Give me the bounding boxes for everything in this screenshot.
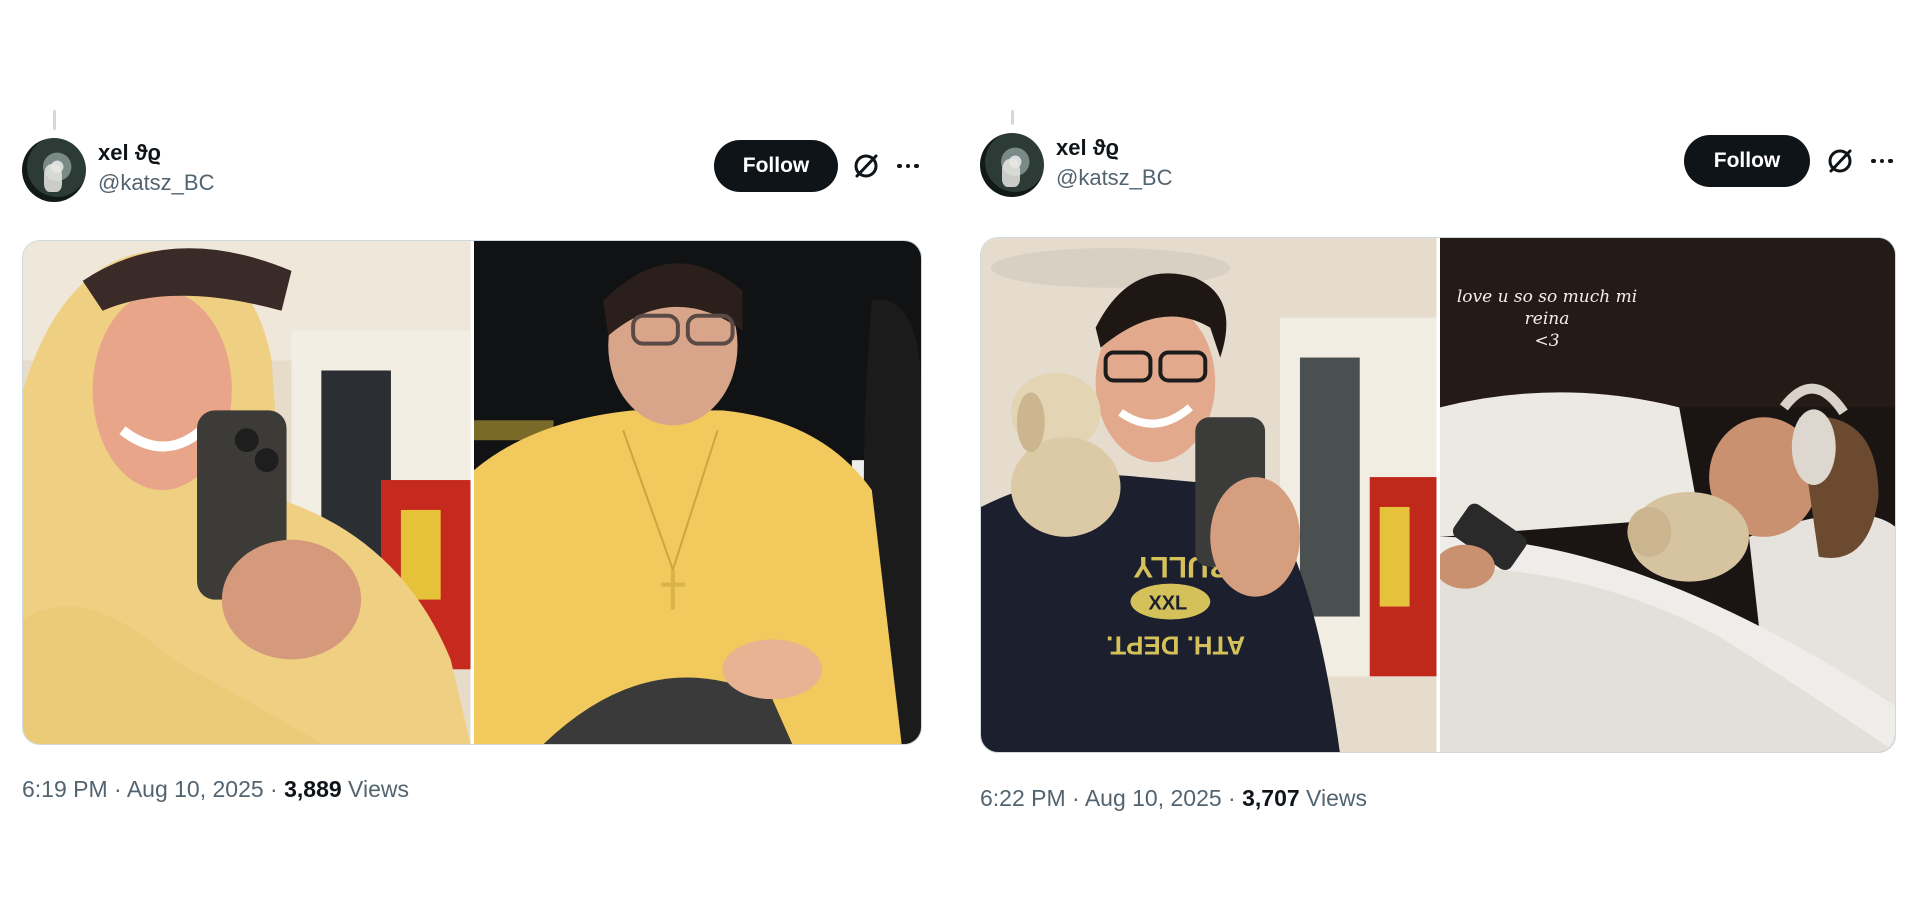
views-count: 3,707	[1242, 785, 1300, 811]
thread-connector	[1011, 110, 1014, 125]
user-avatar[interactable]	[980, 133, 1044, 197]
views-label: Views	[1299, 785, 1367, 811]
tweet-card-2: xel ϑϱ @katsz_BC Follow BULLY XXL ATH. D…	[980, 110, 1896, 830]
shirt-text-2: XXL	[1148, 593, 1187, 615]
user-display-name[interactable]: xel ϑϱ	[1056, 135, 1119, 161]
photo-selfie-yellow-hoodie	[23, 241, 471, 744]
user-display-name[interactable]: xel ϑϱ	[98, 140, 161, 166]
photo-overlay-caption: love u so so much mi reina <3	[1440, 286, 1655, 352]
tweet-timestamp[interactable]: 6:22 PM · Aug 10, 2025 ·	[980, 785, 1242, 811]
tweet-media-grid[interactable]: BULLY XXL ATH. DEPT. love u so so much m…	[980, 237, 1896, 753]
user-handle[interactable]: @katsz_BC	[1056, 165, 1172, 191]
shirt-text-3: ATH. DEPT.	[1106, 630, 1245, 658]
overlay-caption-line-1: love u so so much mi reina	[1456, 287, 1638, 330]
media-photo-2[interactable]: love u so so much mi reina <3	[1439, 238, 1895, 752]
photo-selfie-plush-dog: BULLY XXL ATH. DEPT.	[981, 238, 1437, 752]
views-label: Views	[341, 776, 409, 802]
tweet-metadata: 6:22 PM · Aug 10, 2025 · 3,707 Views	[980, 785, 1367, 812]
tweet-header: xel ϑϱ @katsz_BC Follow	[22, 130, 922, 202]
tweet-card-1: xel ϑϱ @katsz_BC Follow 6:19 PM · Aug 10…	[22, 110, 922, 830]
follow-button[interactable]: Follow	[1684, 135, 1810, 187]
photo-yellow-hoodie-glasses	[473, 241, 921, 744]
tweet-media-grid[interactable]	[22, 240, 922, 745]
media-photo-2[interactable]	[473, 241, 921, 744]
views-count: 3,889	[284, 776, 342, 802]
overlay-caption-line-2: <3	[1534, 331, 1560, 352]
grok-icon[interactable]	[852, 152, 880, 180]
tweet-timestamp[interactable]: 6:19 PM · Aug 10, 2025 ·	[22, 776, 284, 802]
media-photo-1[interactable]: BULLY XXL ATH. DEPT.	[981, 238, 1437, 752]
tweet-header: xel ϑϱ @katsz_BC Follow	[980, 125, 1896, 197]
more-options-icon[interactable]	[894, 152, 922, 180]
media-photo-1[interactable]	[23, 241, 471, 744]
user-avatar[interactable]	[22, 138, 86, 202]
grok-icon[interactable]	[1826, 147, 1854, 175]
user-handle[interactable]: @katsz_BC	[98, 170, 214, 196]
tweet-metadata: 6:19 PM · Aug 10, 2025 · 3,889 Views	[22, 776, 409, 803]
more-options-icon[interactable]	[1868, 147, 1896, 175]
follow-button[interactable]: Follow	[714, 140, 838, 192]
thread-connector	[53, 110, 56, 130]
